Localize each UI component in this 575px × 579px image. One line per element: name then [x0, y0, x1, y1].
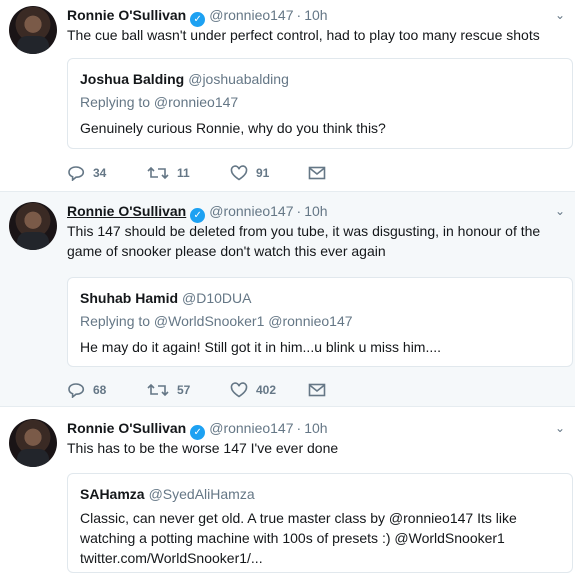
replying-to: Replying to @WorldSnooker1 @ronnieo147: [80, 313, 353, 329]
reply-count: 34: [93, 166, 107, 180]
dm-button[interactable]: [308, 381, 326, 399]
author-handle[interactable]: @ronnieo147: [209, 7, 293, 23]
avatar[interactable]: [9, 419, 57, 467]
envelope-icon: [308, 383, 326, 397]
author-handle[interactable]: @ronnieo147: [209, 420, 293, 436]
quoted-author-name: Shuhab Hamid: [80, 290, 179, 306]
retweet-button[interactable]: 11: [147, 164, 190, 182]
heart-icon: [230, 382, 248, 398]
quoted-text: Genuinely curious Ronnie, why do you thi…: [80, 120, 386, 136]
retweet-button[interactable]: 57: [147, 381, 190, 399]
tweet-text: This 147 should be deleted from you tube…: [67, 223, 541, 259]
retweet-icon: [147, 383, 169, 397]
tweet-header: Ronnie O'Sullivan ✓ @ronnieo147 · 10h: [67, 6, 328, 27]
chevron-down-icon[interactable]: ⌄: [553, 421, 567, 435]
avatar[interactable]: [9, 6, 57, 54]
avatar[interactable]: [9, 202, 57, 250]
reply-button[interactable]: 68: [67, 381, 106, 399]
chevron-down-icon[interactable]: ⌄: [553, 8, 567, 22]
timestamp[interactable]: 10h: [304, 420, 327, 436]
retweet-count: 11: [177, 166, 190, 180]
chevron-down-icon[interactable]: ⌄: [553, 204, 567, 218]
like-button[interactable]: 91: [230, 164, 269, 182]
separator: ·: [296, 420, 302, 436]
retweet-count: 57: [177, 383, 191, 397]
quoted-text: He may do it again! Still got it in him.…: [80, 339, 442, 355]
quoted-text: Classic, can never get old. A true maste…: [80, 510, 517, 566]
timestamp[interactable]: 10h: [304, 7, 327, 23]
quoted-author-handle: @D10DUA: [182, 290, 252, 306]
separator: ·: [296, 7, 302, 23]
separator: ·: [296, 203, 302, 219]
author-handle[interactable]: @ronnieo147: [209, 203, 293, 219]
tweet[interactable]: Ronnie O'Sullivan ✓ @ronnieo147 · 10h ⌄ The …: [0, 0, 575, 192]
author-name[interactable]: Ronnie O'Sullivan: [67, 420, 186, 436]
quoted-author-name: SAHamza: [80, 486, 145, 502]
heart-icon: [230, 165, 248, 181]
reply-icon: [68, 166, 85, 182]
tweet-header: Ronnie O'Sullivan ✓ @ronnieo147 · 10h: [67, 419, 328, 440]
quoted-tweet[interactable]: SAHamza @SyedAliHamza Classic, can never …: [67, 473, 573, 573]
tweet-text: This has to be the worse 147 I've ever d…: [67, 440, 339, 456]
tweet[interactable]: Ronnie O'Sullivan ✓ @ronnieo147 · 10h ⌄ This…: [0, 192, 575, 407]
dm-button[interactable]: [308, 164, 326, 182]
tweet[interactable]: Ronnie O'Sullivan ✓ @ronnieo147 · 10h ⌄ This…: [0, 407, 575, 579]
reply-button[interactable]: 34: [67, 164, 106, 182]
replying-to: Replying to @ronnieo147: [80, 94, 239, 110]
tweet-text: The cue ball wasn't under perfect contro…: [67, 27, 540, 43]
reply-icon: [68, 383, 85, 399]
reply-count: 68: [93, 383, 107, 397]
tweet-header: Ronnie O'Sullivan ✓ @ronnieo147 · 10h: [67, 202, 328, 223]
timestamp[interactable]: 10h: [304, 203, 327, 219]
quoted-author-name: Joshua Balding: [80, 71, 185, 87]
retweet-icon: [147, 166, 169, 180]
quoted-author-handle: @joshuabalding: [188, 71, 289, 87]
quoted-tweet[interactable]: Joshua Balding @joshuabalding Replying to…: [67, 58, 573, 149]
quoted-author-handle: @SyedAliHamza: [148, 486, 255, 502]
envelope-icon: [308, 166, 326, 180]
quoted-tweet[interactable]: Shuhab Hamid @D10DUA Replying to @WorldSn…: [67, 277, 573, 367]
author-name[interactable]: Ronnie O'Sullivan: [67, 7, 186, 23]
like-count: 91: [256, 166, 270, 180]
like-count: 402: [256, 383, 277, 397]
like-button[interactable]: 402: [230, 381, 276, 399]
author-name[interactable]: Ronnie O'Sullivan: [67, 203, 186, 219]
